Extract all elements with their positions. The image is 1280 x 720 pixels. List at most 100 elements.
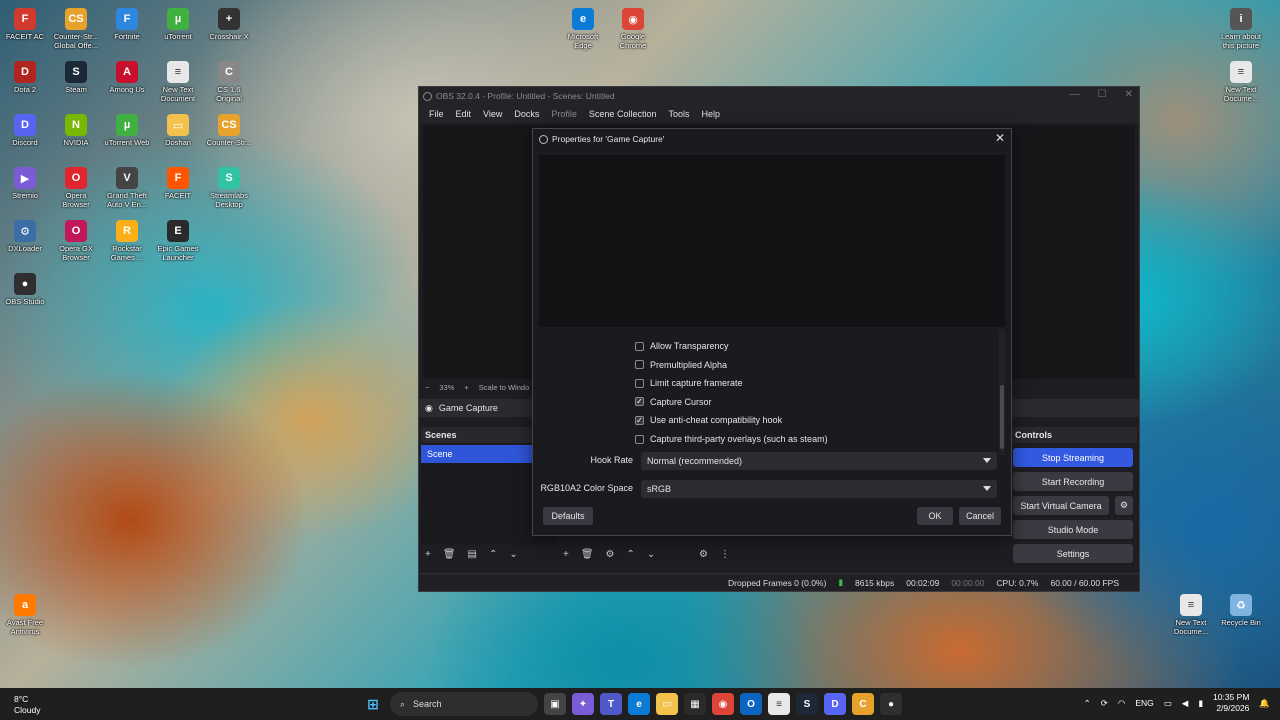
- task-view-icon[interactable]: ▣: [544, 693, 566, 715]
- desktop-shortcut[interactable]: V Grand Theft Auto V En...: [102, 163, 152, 209]
- desktop-shortcut[interactable]: CS Counter-Str... Global Offe...: [51, 4, 101, 50]
- stop-streaming-button[interactable]: Stop Streaming: [1013, 448, 1133, 467]
- copilot-icon[interactable]: ✦: [572, 693, 594, 715]
- checkbox-row[interactable]: ✓ Use anti-cheat compatibility hook: [635, 413, 782, 427]
- counter-strike-icon[interactable]: C: [852, 693, 874, 715]
- desktop-shortcut[interactable]: S Streamlabs Desktop: [204, 163, 254, 209]
- checkbox-row[interactable]: Limit capture framerate: [635, 376, 743, 390]
- start-virtual-camera-button[interactable]: Start Virtual Camera: [1013, 496, 1109, 515]
- desktop-shortcut[interactable]: E Epic Games Launcher: [153, 216, 203, 262]
- obs-icon[interactable]: ●: [880, 693, 902, 715]
- desktop-shortcut[interactable]: C CS 1.6 Original: [204, 57, 254, 103]
- mixer-menu-icon[interactable]: ⋮: [720, 549, 730, 560]
- steam-icon[interactable]: S: [796, 693, 818, 715]
- checkbox-unchecked[interactable]: [635, 378, 644, 388]
- menu-tools[interactable]: Tools: [662, 109, 695, 119]
- teams-icon[interactable]: T: [600, 693, 622, 715]
- desktop-shortcut[interactable]: ▶ Stremio: [0, 163, 50, 200]
- move-up-icon[interactable]: ⌃: [489, 549, 497, 560]
- battery-icon[interactable]: ▮: [1198, 698, 1203, 709]
- checkbox-checked[interactable]: ✓: [635, 415, 644, 425]
- desktop-shortcut[interactable]: i Learn about this picture: [1216, 4, 1266, 50]
- discord-icon[interactable]: D: [824, 693, 846, 715]
- store-icon[interactable]: ▦: [684, 693, 706, 715]
- desktop-shortcut[interactable]: F FACEIT: [153, 163, 203, 200]
- desktop-shortcut[interactable]: ≡ New Text Docume...: [1166, 590, 1216, 636]
- checkbox-row[interactable]: ✓ Capture Cursor: [635, 395, 712, 409]
- source-down-icon[interactable]: ⌄: [647, 549, 655, 560]
- file-explorer-icon[interactable]: ▭: [656, 693, 678, 715]
- mixer-settings-icon[interactable]: ⚙: [699, 549, 708, 560]
- remove-scene-icon[interactable]: 🗑: [443, 549, 456, 560]
- menu-profile[interactable]: Profile: [545, 109, 583, 119]
- zoom-in-icon[interactable]: +: [464, 383, 468, 392]
- desktop-shortcut[interactable]: ≡ New Text Document: [153, 57, 203, 103]
- desktop-shortcut[interactable]: O Opera GX Browser: [51, 216, 101, 262]
- color-space-select[interactable]: sRGB: [641, 480, 997, 498]
- desktop-shortcut[interactable]: S Steam: [51, 57, 101, 94]
- close-icon[interactable]: ✕: [995, 131, 1005, 145]
- edge-icon[interactable]: e: [628, 693, 650, 715]
- hook-rate-select[interactable]: Normal (recommended): [641, 452, 997, 470]
- cancel-button[interactable]: Cancel: [959, 507, 1001, 525]
- remove-source-icon[interactable]: 🗑: [581, 549, 594, 560]
- menu-edit[interactable]: Edit: [450, 109, 478, 119]
- menu-file[interactable]: File: [423, 109, 450, 119]
- checkbox-unchecked[interactable]: [635, 434, 644, 444]
- virtual-camera-settings-icon[interactable]: ⚙: [1115, 496, 1133, 515]
- chrome-icon[interactable]: ◉: [712, 693, 734, 715]
- close-icon[interactable]: ✕: [1125, 89, 1133, 100]
- add-scene-icon[interactable]: +: [425, 549, 431, 560]
- move-down-icon[interactable]: ⌄: [509, 549, 517, 560]
- desktop-shortcut[interactable]: D Dota 2: [0, 57, 50, 94]
- zoom-out-icon[interactable]: −: [425, 383, 429, 392]
- desktop-shortcut[interactable]: e Microsoft Edge: [558, 4, 608, 50]
- settings-button[interactable]: Settings: [1013, 544, 1133, 563]
- scale-to-window-button[interactable]: Scale to Windo: [479, 383, 529, 392]
- weather-widget[interactable]: 8°C Cloudy: [14, 694, 40, 716]
- menu-view[interactable]: View: [477, 109, 508, 119]
- notepad-icon[interactable]: ≡: [768, 693, 790, 715]
- defaults-button[interactable]: Defaults: [543, 507, 593, 525]
- desktop-shortcut[interactable]: F FACEIT AC: [0, 4, 50, 41]
- desktop-shortcut[interactable]: ≡ New Text Docume...: [1216, 57, 1266, 103]
- checkbox-row[interactable]: Capture third-party overlays (such as st…: [635, 432, 828, 446]
- desktop-shortcut[interactable]: A Among Us: [102, 57, 152, 94]
- desktop-shortcut[interactable]: ◉ Google Chrome: [608, 4, 658, 50]
- desktop-shortcut[interactable]: µ uTorrent Web: [102, 110, 152, 147]
- add-source-icon[interactable]: +: [563, 549, 569, 560]
- desktop-shortcut[interactable]: ▭ Doshan: [153, 110, 203, 147]
- checkbox-checked[interactable]: ✓: [635, 397, 644, 407]
- desktop-shortcut[interactable]: D Discord: [0, 110, 50, 147]
- desktop-shortcut[interactable]: µ uTorrent: [153, 4, 203, 41]
- desktop-shortcut[interactable]: N NVIDIA: [51, 110, 101, 147]
- wifi-icon[interactable]: ◠: [1118, 698, 1125, 709]
- source-up-icon[interactable]: ⌃: [627, 549, 635, 560]
- language[interactable]: ENG: [1135, 698, 1153, 708]
- ok-button[interactable]: OK: [917, 507, 953, 525]
- checkbox-row[interactable]: Allow Transparency: [635, 339, 729, 353]
- taskbar-search[interactable]: ⌕ Search: [390, 692, 538, 716]
- volume-icon[interactable]: ◀: [1182, 698, 1189, 709]
- start-recording-button[interactable]: Start Recording: [1013, 472, 1133, 491]
- desktop-shortcut[interactable]: F Fortnite: [102, 4, 152, 41]
- desktop-shortcut[interactable]: ⚙ DXLoader: [0, 216, 50, 253]
- desktop-shortcut[interactable]: O Opera Browser: [51, 163, 101, 209]
- checkbox-row[interactable]: Premultiplied Alpha: [635, 358, 727, 372]
- desktop-shortcut[interactable]: ● OBS Studio: [0, 269, 50, 306]
- scrollbar-thumb[interactable]: [1000, 385, 1004, 449]
- desktop-shortcut[interactable]: CS Counter-Str...: [204, 110, 254, 147]
- outlook-icon[interactable]: O: [740, 693, 762, 715]
- menu-help[interactable]: Help: [695, 109, 726, 119]
- sync-icon[interactable]: ⟳: [1101, 698, 1108, 709]
- desktop-shortcut[interactable]: + Crosshair X: [204, 4, 254, 41]
- maximize-icon[interactable]: ☐: [1098, 89, 1107, 100]
- network-icon[interactable]: ▭: [1164, 698, 1172, 709]
- desktop-shortcut[interactable]: ♻ Recycle Bin: [1216, 590, 1266, 627]
- notification-icon[interactable]: 🔔: [1259, 698, 1270, 709]
- desktop-shortcut[interactable]: a Avast Free Antivirus: [0, 590, 50, 636]
- clock[interactable]: 10:35 PM 2/9/2026: [1213, 692, 1249, 714]
- start-icon[interactable]: ⊞: [362, 693, 384, 715]
- checkbox-unchecked[interactable]: [635, 341, 644, 351]
- checkbox-unchecked[interactable]: [635, 360, 644, 370]
